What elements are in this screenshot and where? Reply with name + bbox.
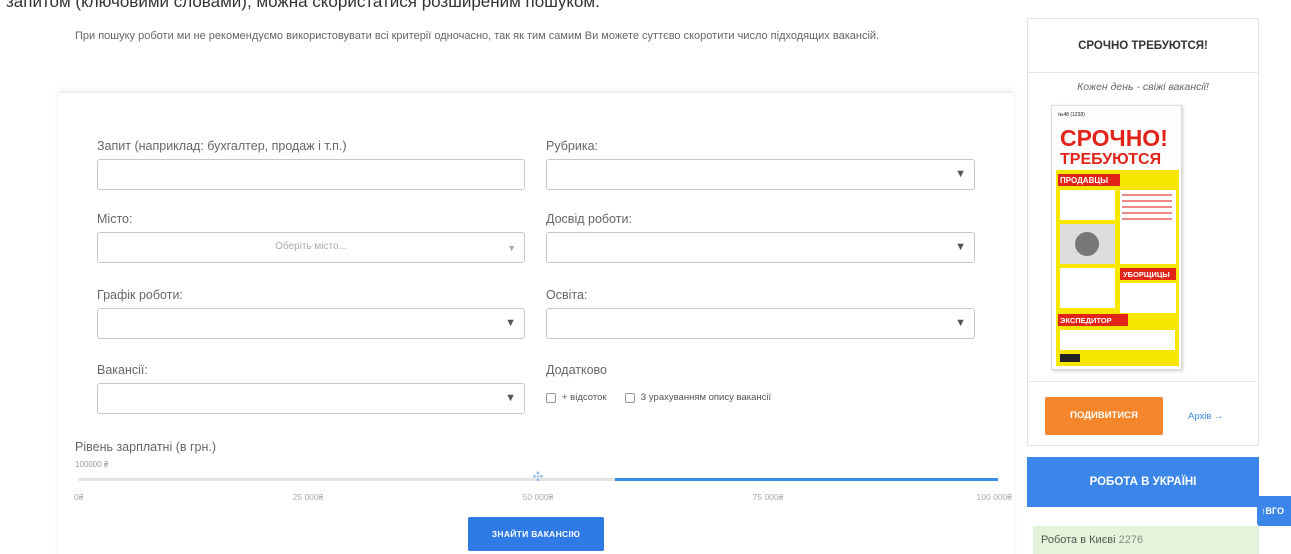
extra-label: Додатково	[546, 363, 607, 377]
schedule-label: Графік роботи:	[97, 288, 183, 302]
salary-slider-handle-max[interactable]	[991, 470, 1005, 484]
kyiv-count: 2276	[1118, 534, 1144, 546]
interest-checkbox-label: + відсоток	[562, 392, 607, 403]
work-in-ukraine-button[interactable]: РОБОТА В УКРАЇНІ	[1027, 457, 1259, 507]
promo-card: СРОЧНО ТРЕБУЮТСЯ! Кожен день - свіжі вак…	[1027, 18, 1259, 446]
scroll-top-tab[interactable]: ↑ВГО	[1257, 496, 1291, 526]
promo-title: СРОЧНО ТРЕБУЮТСЯ!	[1028, 19, 1258, 73]
experience-select[interactable]: ▼	[546, 232, 975, 263]
education-label: Освіта:	[546, 288, 588, 302]
newspaper-cover-image[interactable]: №48 (1238) СРОЧНО! ТРЕБУЮТСЯ ПРОДАВЦЫ УБ…	[1051, 105, 1182, 370]
city-placeholder: Оберіть місто...	[275, 241, 347, 252]
salary-tick-label: 25 000₴	[292, 492, 324, 502]
chevron-down-icon: ▼	[507, 243, 516, 253]
query-label: Запит (наприклад: бухгалтер, продаж і т.…	[97, 139, 347, 153]
cover-section-3: ЭКСПЕДИТОР	[1060, 316, 1112, 325]
promo-divider	[1028, 381, 1258, 382]
interest-checkbox[interactable]	[546, 392, 556, 403]
chevron-down-icon: ▼	[955, 168, 966, 180]
vacancies-select[interactable]: ▼	[97, 383, 525, 414]
query-input[interactable]	[97, 159, 525, 190]
cover-section-2: УБОРЩИЦЫ	[1123, 270, 1170, 279]
chevron-down-icon: ▼	[505, 392, 516, 404]
promo-subtitle: Кожен день - свіжі вакансії!	[1077, 81, 1209, 93]
salary-tick-label: 50 000₴	[522, 492, 554, 502]
education-select[interactable]: ▼	[546, 308, 975, 339]
extra-options: + відсоток З урахуванням опису вакансії	[546, 392, 771, 403]
cover-title-2: ТРЕБУЮТСЯ	[1060, 151, 1161, 168]
find-vacancy-button[interactable]: ЗНАЙТИ ВАКАНСІЮ	[468, 517, 604, 551]
rubric-label: Рубрика:	[546, 139, 598, 153]
work-in-kyiv-link[interactable]: Робота в Києві 2276	[1033, 526, 1259, 554]
experience-label: Досвід роботи:	[546, 212, 632, 226]
chevron-down-icon: ▼	[955, 241, 966, 253]
city-select[interactable]: Оберіть місто... ▼	[97, 232, 525, 263]
vacancies-label: Вакансії:	[97, 363, 148, 377]
schedule-select[interactable]: ▼	[97, 308, 525, 339]
description-checkbox[interactable]	[624, 392, 635, 403]
salary-tick-label: 100 000₴	[976, 492, 1012, 502]
search-intro-text: При пошуку роботи ми не рекомендуємо вик…	[75, 30, 880, 42]
salary-slider-handle-min[interactable]: ✣	[531, 470, 545, 484]
salary-value: 100000 ₴	[75, 460, 109, 469]
chevron-down-icon: ▼	[505, 317, 516, 329]
look-button[interactable]: ПОДИВИТИСЯ	[1045, 397, 1163, 435]
archive-link[interactable]: Архів →	[1188, 411, 1224, 422]
top-cut-text: запитом (ключовими словами), можна скори…	[6, 0, 600, 11]
salary-tick-label: 0₴	[74, 492, 84, 502]
salary-label: Рівень зарплатні (в грн.)	[75, 440, 217, 454]
city-label: Місто:	[97, 212, 133, 226]
salary-slider-fill	[615, 478, 998, 481]
svg-text:№48 (1238): №48 (1238)	[1058, 112, 1085, 118]
chevron-down-icon: ▼	[955, 317, 966, 329]
cover-section-1: ПРОДАВЦЫ	[1060, 176, 1108, 185]
rubric-select[interactable]: ▼	[546, 159, 975, 190]
description-checkbox-label: З урахуванням опису вакансії	[640, 392, 772, 403]
cover-title-1: СРОЧНО!	[1060, 125, 1168, 151]
salary-tick-label: 75 000₴	[752, 492, 784, 502]
kyiv-label: Робота в Києві	[1041, 534, 1116, 546]
